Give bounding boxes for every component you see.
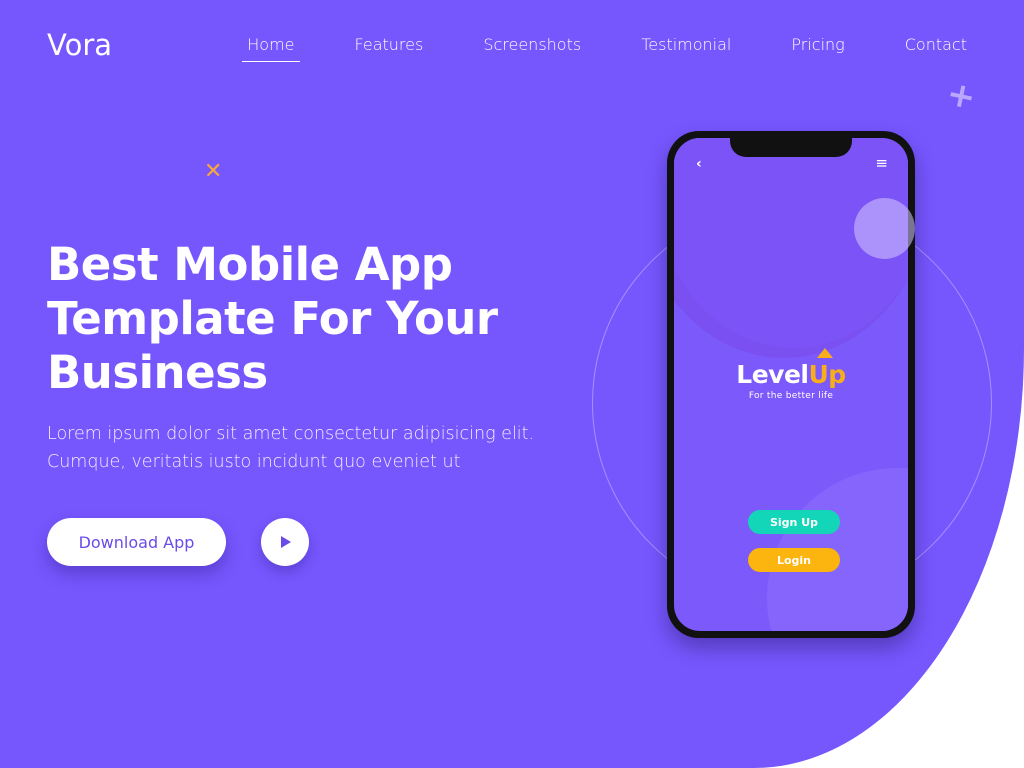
- hero-section: Vora Home Features Screenshots Testimoni…: [0, 0, 1024, 768]
- app-name-level: Level: [736, 360, 809, 389]
- app-tagline: For the better life: [748, 391, 834, 401]
- login-button[interactable]: Login: [748, 548, 840, 572]
- play-video-button[interactable]: [261, 518, 309, 566]
- app-name-up: Up: [808, 348, 847, 389]
- site-logo[interactable]: Vora: [47, 28, 112, 62]
- play-icon: [281, 536, 291, 548]
- nav-item-testimonial[interactable]: Testimonial: [636, 35, 736, 62]
- arrow-up-icon: [816, 348, 833, 358]
- app-brand: Level Up For the better life: [674, 348, 908, 401]
- phone-notch: [730, 138, 852, 157]
- app-name-up-text: Up: [808, 360, 847, 389]
- hamburger-menu-icon[interactable]: ≡: [875, 154, 888, 172]
- nav-item-screenshots[interactable]: Screenshots: [478, 35, 586, 62]
- app-name: Level Up: [674, 348, 908, 389]
- nav-item-home[interactable]: Home: [242, 35, 300, 62]
- back-icon[interactable]: ‹: [696, 156, 702, 172]
- nav-item-pricing[interactable]: Pricing: [786, 35, 849, 62]
- nav-item-features[interactable]: Features: [350, 35, 429, 62]
- cross-icon: ✕: [204, 159, 223, 184]
- signup-button[interactable]: Sign Up: [748, 510, 840, 534]
- download-app-button[interactable]: Download App: [47, 518, 226, 566]
- hero-subtitle: Lorem ipsum dolor sit amet consectetur a…: [47, 424, 535, 472]
- nav-item-contact[interactable]: Contact: [900, 35, 972, 62]
- hero-headline: Best Mobile App Template For Your Busine…: [47, 238, 498, 399]
- plus-icon: +: [943, 73, 980, 119]
- main-nav: Home Features Screenshots Testimonial Pr…: [192, 35, 972, 62]
- decorative-bubble: [854, 198, 915, 259]
